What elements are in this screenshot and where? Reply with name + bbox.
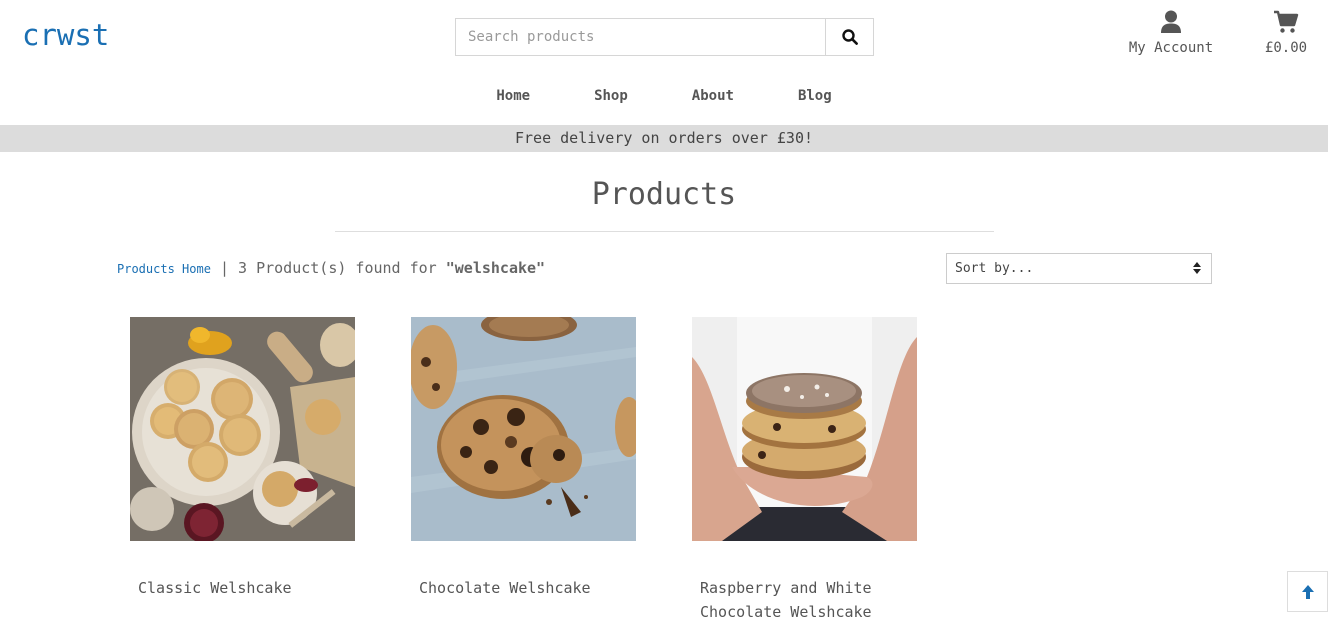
product-image-raspberry-white-chocolate-welshcake[interactable] (692, 317, 917, 541)
product-card: Chocolate Welshcake (411, 317, 637, 600)
product-name[interactable]: Classic Welshcake (130, 576, 356, 600)
search-icon (841, 29, 858, 45)
arrow-up-icon (1301, 584, 1314, 599)
title-divider (335, 231, 994, 232)
nav-blog[interactable]: Blog (798, 88, 832, 104)
product-card: Raspberry and White Chocolate Welshcake (692, 317, 918, 620)
nav-shop[interactable]: Shop (594, 88, 628, 104)
sort-select[interactable]: Sort by... (946, 253, 1212, 284)
sort-arrows-icon (1193, 262, 1201, 274)
main-nav: Home Shop About Blog (0, 88, 1328, 104)
delivery-banner: Free delivery on orders over £30! (0, 125, 1328, 152)
products-home-link[interactable]: Products Home (117, 262, 211, 276)
nav-home[interactable]: Home (496, 88, 530, 104)
sort-label: Sort by... (955, 261, 1034, 276)
shopping-cart-icon (1258, 10, 1314, 36)
results-summary: Products Home | 3 Product(s) found for "… (117, 259, 545, 277)
product-card: Classic Welshcake (130, 317, 356, 600)
logo-link[interactable]: crwst (22, 18, 109, 52)
cart-total: £0.00 (1264, 40, 1308, 56)
back-to-top-button[interactable] (1287, 571, 1328, 612)
search-button[interactable] (825, 18, 874, 56)
separator: | (219, 259, 229, 277)
page-title: Products (591, 177, 737, 212)
product-image-classic-welshcake[interactable] (130, 317, 355, 541)
nav-about[interactable]: About (692, 88, 734, 104)
product-image-chocolate-welshcake[interactable] (411, 317, 636, 541)
cart-link[interactable]: £0.00 (1258, 10, 1314, 56)
search-term: "welshcake" (445, 259, 546, 277)
user-icon (1122, 10, 1220, 36)
search-form (455, 18, 874, 56)
my-account-label: My Account (1128, 40, 1214, 56)
results-count: 3 Product(s) found for (238, 259, 437, 277)
product-name[interactable]: Chocolate Welshcake (411, 576, 637, 600)
product-name[interactable]: Raspberry and White Chocolate Welshcake (692, 576, 918, 620)
search-input[interactable] (455, 18, 825, 56)
my-account-link[interactable]: My Account (1122, 10, 1220, 56)
